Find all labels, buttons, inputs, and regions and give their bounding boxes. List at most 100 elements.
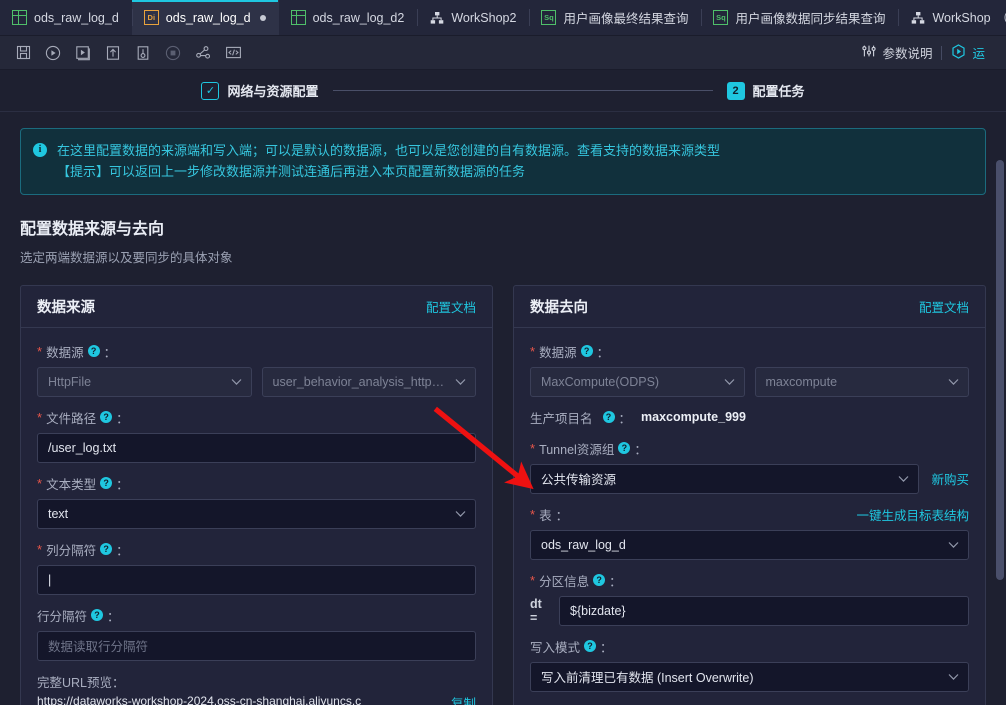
tab-ods-raw-log-d2[interactable]: ods_raw_log_d2 [279,0,418,35]
sql-icon: Sq [541,10,557,25]
label-text: 表 [539,508,552,523]
step-network-resource[interactable]: ✓ 网络与资源配置 [201,81,319,100]
required-marker: * [530,572,536,588]
data-source-header: 数据来源 配置文档 [21,286,492,328]
source-filepath-field: * 文件路径 ? ： /user_log.txt [37,408,476,463]
selected-value: 公共传输资源 [541,473,617,488]
label-colon: ： [596,345,610,360]
tab-label: ods_raw_log_d [34,10,119,25]
params-description-button[interactable]: 参数说明 [853,43,941,62]
help-icon[interactable]: ? [580,345,593,358]
required-marker: * [530,440,536,456]
help-icon[interactable]: ? [100,543,113,556]
debug-icon[interactable] [128,40,158,66]
target-datasource-label: * 数据源 ? ： [530,342,969,361]
scrollbar-thumb[interactable] [996,160,1004,580]
source-column-delimiter-field: * 列分隔符 ? ： | [37,540,476,595]
banner-line-1: 在这里配置数据的来源端和写入端；可以是默认的数据源，也可以是您创建的自有数据源。… [57,143,721,158]
params-icon [862,44,877,61]
selected-value: user_behavior_analysis_httpfile [272,374,448,389]
help-icon[interactable]: ? [618,442,631,455]
project-label: 生产项目名 [530,411,593,426]
label-colon: ： [116,411,129,426]
label-colon: ： [103,345,117,360]
hexagon-run-icon [951,43,966,62]
tunnel-purchase-link[interactable]: 新购买 [931,469,969,488]
label-text: 写入模式 [530,640,581,655]
target-partition-input[interactable]: ${bizdate} [559,595,969,626]
input-value: | [48,572,52,587]
step-configure-task[interactable]: 2 配置任务 [726,81,805,100]
table-icon [12,10,27,25]
label-text: 文件路径 [46,411,97,426]
info-banner: i 在这里配置数据的来源端和写入端；可以是默认的数据源，也可以是您创建的自有数据… [20,128,986,195]
chevron-down-icon [898,475,909,482]
label-colon: ： [600,640,613,655]
code-icon[interactable] [218,40,248,66]
help-icon[interactable]: ? [91,609,104,622]
label-text: 数据源 [46,345,84,360]
label-colon: ： [107,609,120,624]
source-datasource-label: * 数据源 ? ： [37,342,476,361]
workflow-icon [910,10,925,25]
chevron-down-icon [948,673,959,680]
step2-label: 配置任务 [752,84,805,99]
url-preview-label: 完整URL预览： [37,675,125,690]
run-status-button[interactable]: 运 [942,43,994,62]
target-table-select[interactable]: ods_raw_log_d [530,529,969,560]
target-partition-label: * 分区信息 ? ： [530,571,969,590]
lineage-icon[interactable] [188,40,218,66]
source-texttype-select[interactable]: text [37,498,476,529]
data-source-doc-link[interactable]: 配置文档 [426,297,476,316]
stop-icon[interactable] [158,40,188,66]
target-datasource-name-select[interactable]: maxcompute [754,366,969,397]
selected-value: HttpFile [48,374,92,389]
help-icon[interactable]: ? [602,411,615,424]
source-datasource-name-select[interactable]: user_behavior_analysis_httpfile [261,366,476,397]
help-icon[interactable]: ? [87,345,100,358]
source-texttype-field: * 文本类型 ? ： text [37,474,476,529]
required-marker: * [37,541,43,557]
tab-ods-raw-log-d[interactable]: ods_raw_log_d [0,0,132,35]
help-icon[interactable]: ? [584,640,597,653]
target-tunnel-select[interactable]: 公共传输资源 [530,463,920,494]
tab-label: ods_raw_log_d2 [312,10,405,25]
step1-label: 网络与资源配置 [227,84,319,99]
source-filepath-input[interactable]: /user_log.txt [37,432,476,463]
source-row-delimiter-input[interactable]: 数据读取行分隔符 [37,630,476,661]
data-target-doc-link[interactable]: 配置文档 [919,297,969,316]
tab-user-profile-sync-query[interactable]: Sq 用户画像数据同步结果查询 [701,0,898,35]
chevron-down-icon [948,378,959,385]
task-config-body: i 在这里配置数据的来源端和写入端；可以是默认的数据源，也可以是您创建的自有数据… [0,112,1006,705]
run-smart-icon[interactable] [68,40,98,66]
generate-target-schema-link[interactable]: 一键生成目标表结构 [856,505,969,524]
tab-workshop2[interactable]: WorkShop2 [417,0,529,35]
copy-url-button[interactable]: 复制 [451,693,476,705]
workflow-icon [429,10,444,25]
target-tunnel-label: * Tunnel资源组 ? ： [530,439,969,458]
source-row-delimiter-field: 行分隔符 ? ： 数据读取行分隔符 [37,606,476,661]
tab-ods-raw-log-d-di[interactable]: Di ods_raw_log_d [131,0,279,35]
target-datasource-type-select[interactable]: MaxCompute(ODPS) [530,366,745,397]
label-colon: ： [609,574,622,589]
save-icon[interactable] [8,40,38,66]
help-icon[interactable]: ? [100,477,113,490]
help-icon[interactable]: ? [100,411,113,424]
source-column-delimiter-input[interactable]: | [37,564,476,595]
tab-workshop[interactable]: WorkShop [898,0,1003,35]
url-preview-value: https://dataworks-workshop-2024.oss-cn-s… [37,693,362,705]
help-icon[interactable]: ? [593,574,606,587]
run-icon[interactable] [38,40,68,66]
label-colon: ： [634,442,647,457]
tab-user-profile-final-query[interactable]: Sq 用户画像最终结果查询 [529,0,701,35]
sql-icon: Sq [713,10,729,25]
input-value: ${bizdate} [570,603,626,618]
label-text: 分区信息 [539,574,590,589]
source-datasource-type-select[interactable]: HttpFile [37,366,252,397]
target-writemode-select[interactable]: 写入前清理已有数据 (Insert Overwrite) [530,661,969,692]
required-marker: * [530,343,536,359]
chevron-down-icon [948,541,959,548]
required-marker: * [37,475,43,491]
data-target-header: 数据去向 配置文档 [514,286,985,328]
submit-icon[interactable] [98,40,128,66]
